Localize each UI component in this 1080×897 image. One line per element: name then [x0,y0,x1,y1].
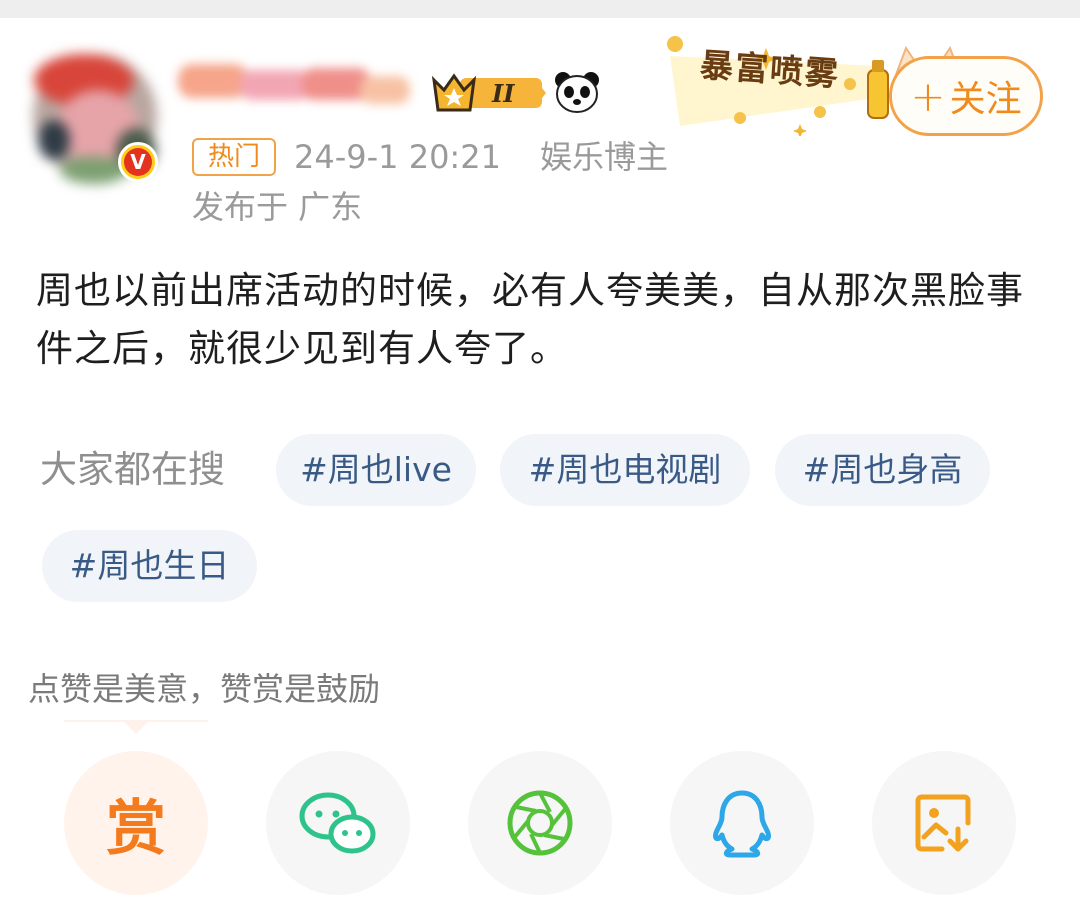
reward-label: 赏 [106,793,166,864]
crown-level-badge-icon: II [431,73,546,112]
plus-icon: + [910,71,946,121]
nickname[interactable] [170,40,420,120]
svg-text:II: II [491,79,515,108]
save-image-button[interactable] [872,751,1016,895]
reward-hint: 点赞是美意，赞赏是鼓励 [28,670,381,708]
verified-badge-icon: V [118,142,158,182]
status-bar-edge [0,0,1080,18]
share-moments-button[interactable] [468,751,612,895]
moments-icon [507,790,573,856]
follow-button[interactable]: + 关注 [889,56,1043,136]
follow-label: 关注 [949,79,1022,120]
verified-mark: V [124,148,152,176]
share-qq-button[interactable] [670,751,814,895]
search-tag[interactable]: #周也电视剧 [500,434,750,506]
author-role: 娱乐博主 [540,138,669,176]
post-content: 周也以前出席活动的时候，必有人夸美美，自从那次黑脸事件之后，就很少见到有人夸了。 [36,269,1024,370]
hint-pointer [124,722,148,734]
share-wechat-button[interactable] [266,751,410,895]
search-tag[interactable]: #周也身高 [775,434,990,506]
wechat-icon [299,792,376,854]
reward-button[interactable]: 赏 [64,751,208,895]
qq-icon [713,790,771,858]
panda-icon [555,72,599,113]
search-tag[interactable]: #周也生日 [42,530,257,602]
search-tag[interactable]: #周也live [276,434,476,506]
hot-tag: 热门 [192,138,276,176]
save-image-icon [915,794,971,852]
post-location: 发布于 广东 [192,188,363,226]
trending-search-label: 大家都在搜 [40,448,225,491]
post-time: 24-9-1 20:21 [294,138,501,176]
